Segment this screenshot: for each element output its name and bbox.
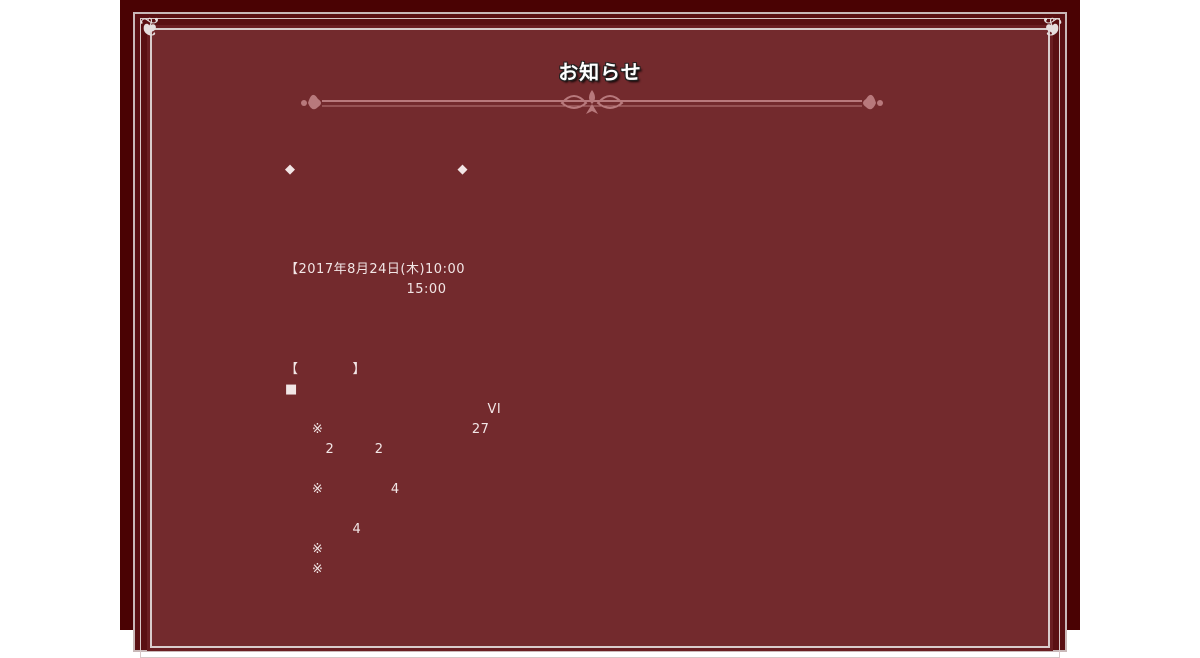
- notice-line: ※ 4: [285, 482, 522, 497]
- notice-line: [285, 320, 985, 340]
- ornamental-corner-icon: ❦: [1041, 13, 1063, 43]
- notice-line: [285, 600, 985, 620]
- notice-line: VI: [285, 402, 556, 417]
- notice-line: [285, 500, 985, 520]
- notice-line: [285, 460, 985, 480]
- notice-line: ■: [285, 382, 393, 397]
- notice-line: [285, 620, 985, 640]
- notice-line: [285, 300, 985, 320]
- notice-line: ※ 27: [285, 422, 665, 437]
- notice-body: ◆ ◆ 【2017年8月24日(木)10:00 15:00 【 】 ■ VI ※…: [285, 160, 985, 640]
- notice-line: 4: [285, 522, 537, 537]
- notice-line: [285, 200, 985, 220]
- page-title: お知らせ: [558, 60, 642, 84]
- notice-line: ※: [285, 542, 567, 557]
- notice-line: 15:00: [285, 282, 587, 297]
- notice-line: 【 】: [285, 362, 367, 377]
- notice-line: ◆ ◆: [285, 162, 468, 177]
- notice-line: [285, 180, 985, 200]
- fleur-de-lis-divider-icon: [301, 90, 883, 114]
- notice-line: [285, 220, 985, 240]
- notice-line: ※: [285, 562, 648, 577]
- notice-line: [285, 340, 985, 360]
- notice-line: [285, 580, 985, 600]
- notice-line: [285, 240, 985, 260]
- notice-line: 【2017年8月24日(木)10:00: [285, 262, 619, 277]
- ornamental-corner-icon: ❦: [139, 13, 161, 43]
- notice-line: 2 2: [285, 442, 573, 457]
